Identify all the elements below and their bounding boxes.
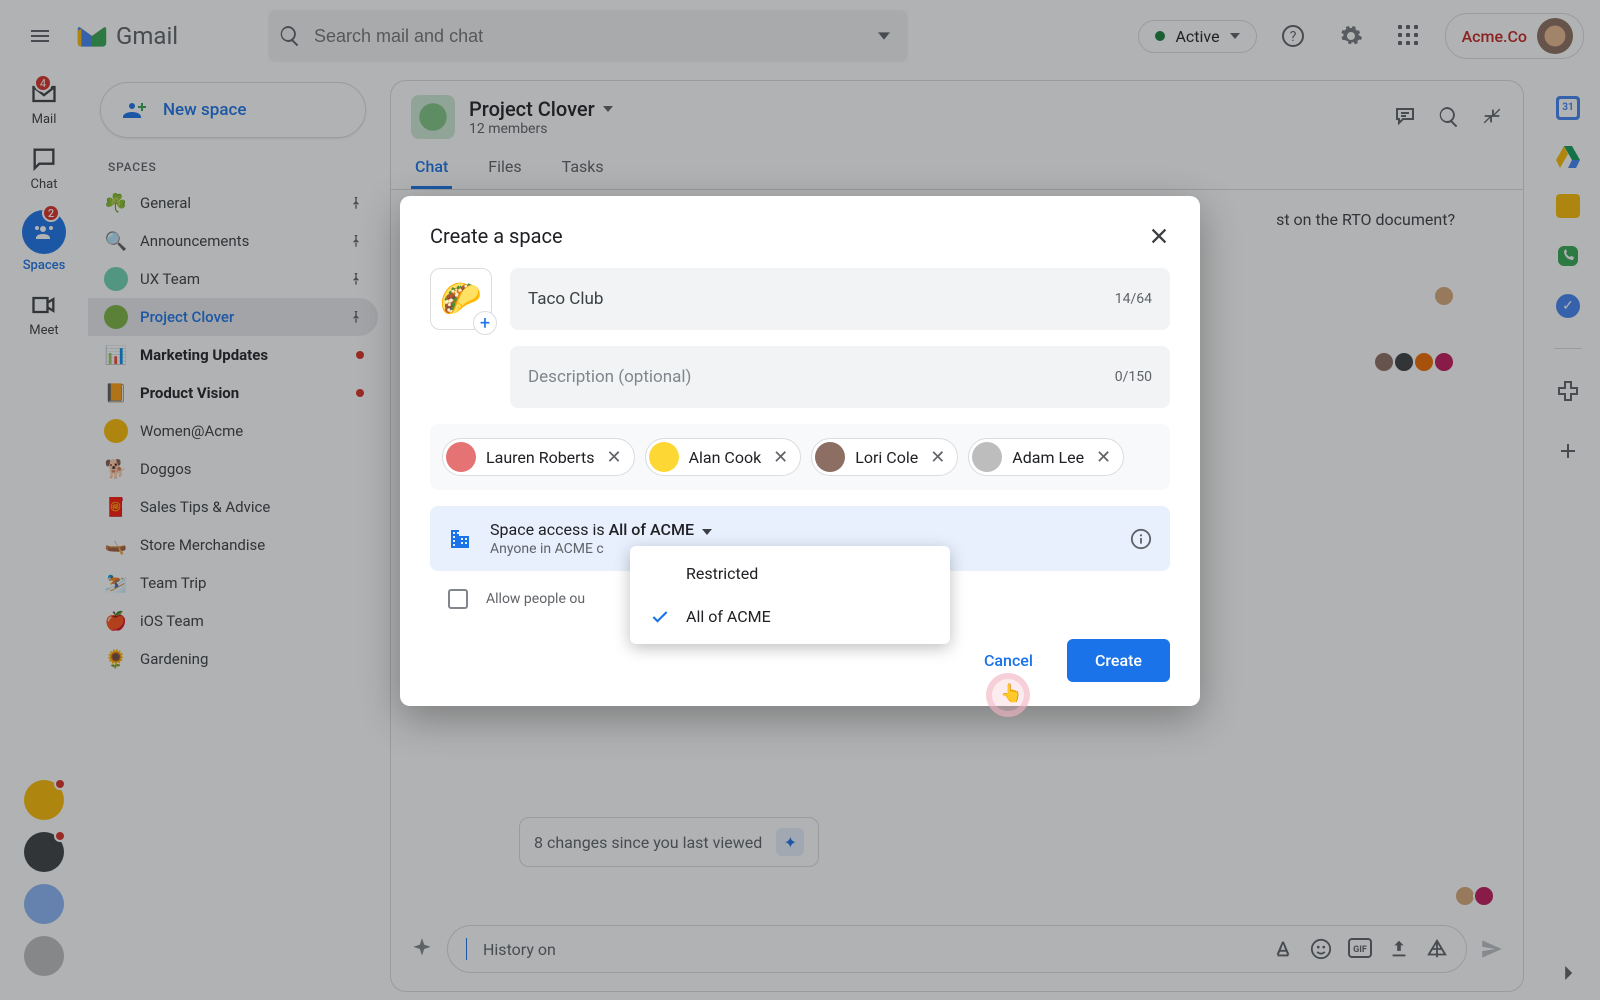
people-chips-field[interactable]: Lauren Roberts✕Alan Cook✕Lori Cole✕Adam … <box>430 424 1170 490</box>
person-chip[interactable]: Adam Lee ✕ <box>968 438 1124 476</box>
create-space-dialog: Create a space 🌮 + Taco Club 14/64 Descr… <box>400 196 1200 706</box>
access-option-restricted[interactable]: Restricted <box>630 552 950 595</box>
access-option-all[interactable]: All of ACME 👆 <box>630 595 950 638</box>
space-emoji-picker[interactable]: 🌮 + <box>430 268 492 330</box>
desc-placeholder: Description (optional) <box>528 367 691 387</box>
space-name-field[interactable]: Taco Club 14/64 <box>510 268 1170 330</box>
chip-remove-icon[interactable]: ✕ <box>604 447 623 468</box>
chip-name: Lori Cole <box>855 448 918 467</box>
chip-remove-icon[interactable]: ✕ <box>928 447 947 468</box>
chip-name: Lauren Roberts <box>486 448 594 467</box>
info-icon[interactable] <box>1130 528 1152 550</box>
dialog-title: Create a space <box>430 224 563 248</box>
close-icon <box>1148 225 1170 247</box>
space-description-field[interactable]: Description (optional) 0/150 <box>510 346 1170 408</box>
add-emoji-icon: + <box>473 311 497 335</box>
person-chip[interactable]: Lori Cole ✕ <box>811 438 958 476</box>
chip-name: Alan Cook <box>689 448 762 467</box>
desc-char-counter: 0/150 <box>1115 369 1152 385</box>
access-prefix: Space access is <box>490 520 609 539</box>
allow-external-label: Allow people ou <box>486 591 585 607</box>
chip-name: Adam Lee <box>1012 448 1084 467</box>
cancel-button[interactable]: Cancel <box>970 641 1047 680</box>
access-value: All of ACME <box>609 520 694 539</box>
chip-remove-icon[interactable]: ✕ <box>771 447 790 468</box>
space-name-value: Taco Club <box>528 289 603 309</box>
chip-avatar <box>649 442 679 472</box>
chip-remove-icon[interactable]: ✕ <box>1094 447 1113 468</box>
chip-avatar <box>972 442 1002 472</box>
chip-avatar <box>815 442 845 472</box>
name-char-counter: 14/64 <box>1115 291 1152 307</box>
cursor-icon: 👆 <box>1000 683 1022 704</box>
space-access-row[interactable]: Space access is All of ACME Anyone in AC… <box>430 506 1170 571</box>
chip-avatar <box>446 442 476 472</box>
space-emoji: 🌮 <box>440 279 482 319</box>
person-chip[interactable]: Alan Cook ✕ <box>645 438 802 476</box>
person-chip[interactable]: Lauren Roberts ✕ <box>442 438 635 476</box>
check-icon <box>650 607 670 627</box>
create-button[interactable]: Create <box>1067 639 1170 682</box>
domain-icon <box>448 527 472 551</box>
allow-external-checkbox[interactable] <box>448 589 468 609</box>
chevron-down-icon <box>702 529 712 535</box>
dialog-close-button[interactable] <box>1148 225 1170 247</box>
access-dropdown: Restricted All of ACME 👆 <box>630 546 950 644</box>
